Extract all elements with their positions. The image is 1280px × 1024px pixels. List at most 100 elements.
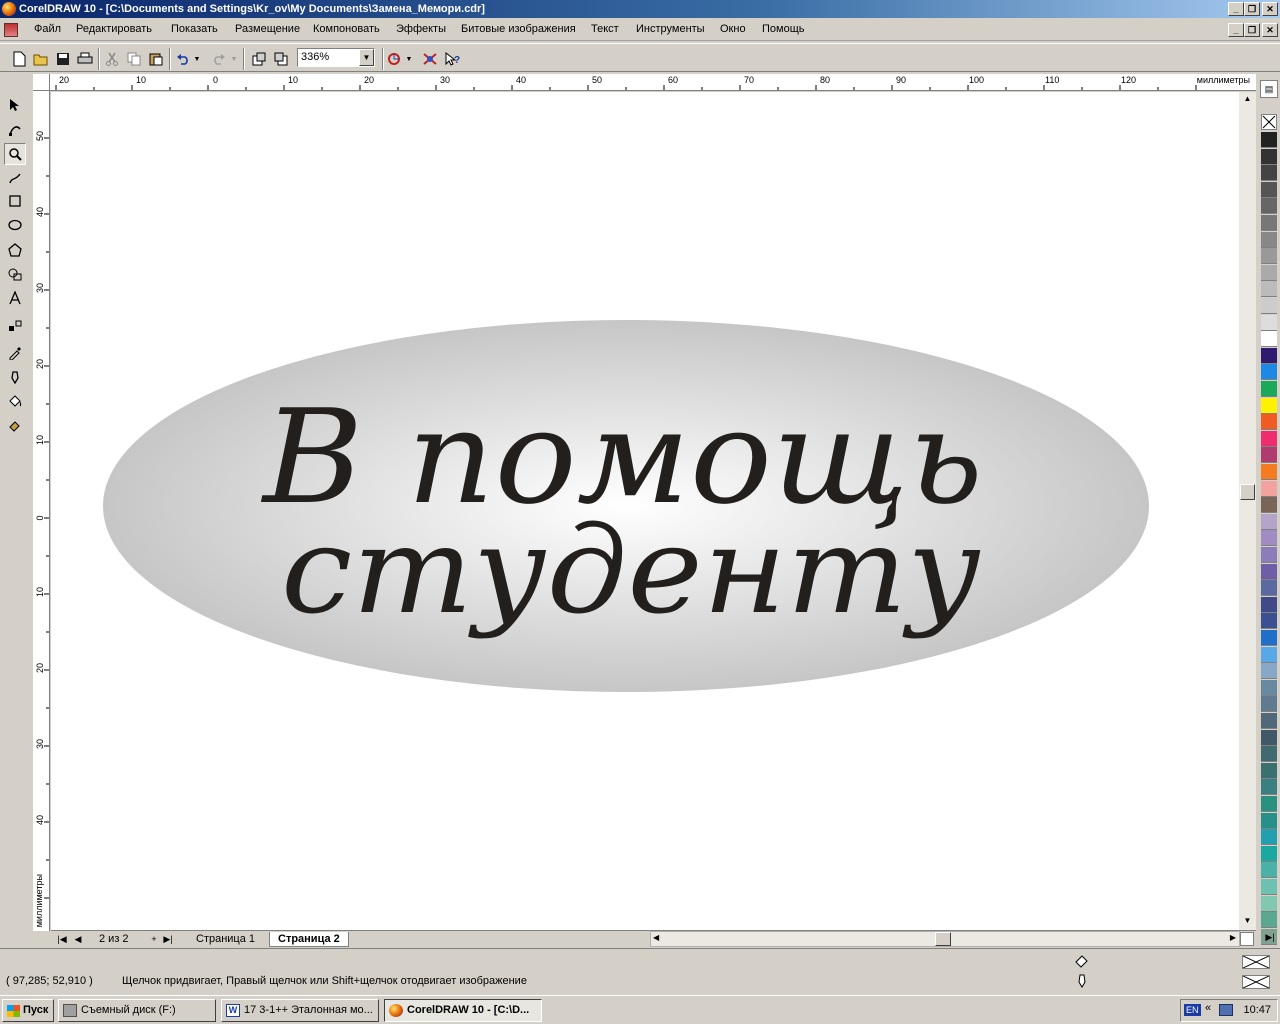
basic-shapes-tool-icon[interactable] [4,263,26,285]
zoom-tool-icon[interactable] [4,143,26,165]
import-icon[interactable] [249,49,269,69]
fill-color-swatch[interactable] [1242,955,1270,969]
color-swatch[interactable] [1261,513,1277,530]
ruler-origin[interactable] [33,74,50,91]
copy-icon[interactable] [124,49,144,69]
color-swatch[interactable] [1261,181,1277,198]
palette-scroll-icon[interactable]: ▶| [1262,932,1278,946]
color-swatch[interactable] [1261,862,1277,879]
application-launcher-icon[interactable] [384,49,404,69]
color-swatch[interactable] [1261,264,1277,281]
add-page-icon[interactable]: + [147,933,161,946]
drawing-canvas[interactable]: В помощь студенту [51,92,1256,930]
last-page-icon[interactable]: ▶| [161,933,175,946]
color-swatch[interactable] [1261,796,1277,812]
close-button[interactable]: ✕ [1262,2,1278,16]
color-swatch[interactable] [1261,829,1277,846]
scroll-up-icon[interactable]: ▲ [1239,94,1256,106]
color-swatch[interactable] [1261,497,1277,514]
doc-minimize-button[interactable]: _ [1228,23,1244,37]
shape-tool-icon[interactable] [4,119,26,141]
rectangle-tool-icon[interactable] [4,190,26,212]
pick-tool-icon[interactable] [4,94,26,116]
palette-options-icon[interactable]: ▤ [1260,80,1278,98]
menu-effects[interactable]: Эффекты [396,23,446,37]
menu-arrange[interactable]: Компоновать [313,23,380,37]
text-tool-icon[interactable] [4,287,26,309]
color-swatch[interactable] [1261,696,1277,713]
launcher-dropdown-icon[interactable]: ▼ [403,49,415,69]
color-swatch[interactable] [1261,381,1277,397]
color-swatch[interactable] [1261,679,1277,696]
color-swatch[interactable] [1261,563,1277,580]
color-swatch[interactable] [1261,613,1277,630]
paste-icon[interactable] [146,49,166,69]
outline-tool-icon[interactable] [4,366,26,388]
vertical-scrollbar[interactable]: ▲ ▼ [1239,92,1256,930]
network-icon[interactable] [1219,1004,1233,1016]
scroll-left-icon[interactable]: ◀ [653,933,659,942]
print-icon[interactable] [75,49,95,69]
color-swatch[interactable] [1261,414,1277,431]
color-swatch[interactable] [1261,248,1277,265]
color-swatch[interactable] [1261,663,1277,680]
save-icon[interactable] [53,49,73,69]
open-icon[interactable] [31,49,51,69]
color-swatch[interactable] [1261,580,1277,597]
tab-page-2[interactable]: Страница 2 [269,932,349,947]
view-navigator-icon[interactable] [1240,932,1254,946]
cut-icon[interactable] [102,49,122,69]
menu-help[interactable]: Помощь [762,23,805,37]
drawing-artwork[interactable]: В помощь студенту [51,92,1256,930]
color-swatch[interactable] [1261,713,1277,729]
vertical-ruler[interactable]: 50 40 30 20 10 0 10 20 30 40 миллиметры [33,91,50,931]
color-swatch[interactable] [1261,596,1277,613]
color-swatch[interactable] [1261,729,1277,746]
redo-icon[interactable] [209,49,229,69]
menu-edit[interactable]: Редактировать [76,23,152,37]
color-swatch[interactable] [1261,298,1277,314]
coreldraw-app-icon[interactable] [2,2,16,16]
outline-color-swatch[interactable] [1242,975,1270,989]
vertical-scroll-thumb[interactable] [1240,484,1255,500]
document-icon[interactable] [4,23,18,37]
color-swatch[interactable] [1261,397,1277,414]
tab-page-1[interactable]: Страница 1 [188,932,263,947]
scroll-right-icon[interactable]: ▶ [1230,933,1236,942]
undo-dropdown-icon[interactable]: ▼ [191,49,203,69]
color-swatch[interactable] [1261,879,1277,895]
color-swatch[interactable] [1261,132,1277,148]
color-swatch[interactable] [1261,530,1277,547]
outline-indicator-icon[interactable] [1074,973,1090,989]
tray-expand-icon[interactable]: « [1205,1002,1211,1014]
color-swatch[interactable] [1261,331,1277,348]
task-coreldraw[interactable]: CorelDRAW 10 - [C:\D... [384,999,542,1022]
color-swatch[interactable] [1261,314,1277,331]
start-button[interactable]: Пуск [2,999,54,1022]
menu-window[interactable]: Окно [720,23,746,37]
color-swatch[interactable] [1261,148,1277,165]
color-swatch[interactable] [1261,447,1277,464]
color-swatch[interactable] [1261,762,1277,779]
color-swatch[interactable] [1261,231,1277,248]
color-swatch[interactable] [1261,215,1277,231]
horizontal-scrollbar[interactable]: ◀ ▶ [650,931,1240,947]
polygon-tool-icon[interactable] [4,239,26,261]
task-word-document[interactable]: W 17 3-1++ Эталонная мо... [221,999,379,1022]
corel-online-icon[interactable] [420,49,440,69]
color-swatch[interactable] [1261,746,1277,763]
color-swatch[interactable] [1261,630,1277,646]
color-swatch[interactable] [1261,912,1277,929]
redo-dropdown-icon[interactable]: ▼ [228,49,240,69]
menu-text[interactable]: Текст [591,23,619,37]
task-removable-disk[interactable]: Съемный диск (F:) [58,999,216,1022]
language-indicator[interactable]: EN [1184,1004,1201,1016]
undo-icon[interactable] [173,49,193,69]
color-swatch[interactable] [1261,480,1277,497]
horizontal-ruler[interactable]: 20 10 0 10 20 30 40 50 60 70 80 90 100 1… [50,74,1256,91]
color-swatch[interactable] [1261,779,1277,796]
first-page-icon[interactable]: |◀ [55,933,69,946]
menu-view[interactable]: Показать [171,23,218,37]
color-swatch[interactable] [1261,812,1277,829]
color-swatch[interactable] [1261,281,1277,298]
